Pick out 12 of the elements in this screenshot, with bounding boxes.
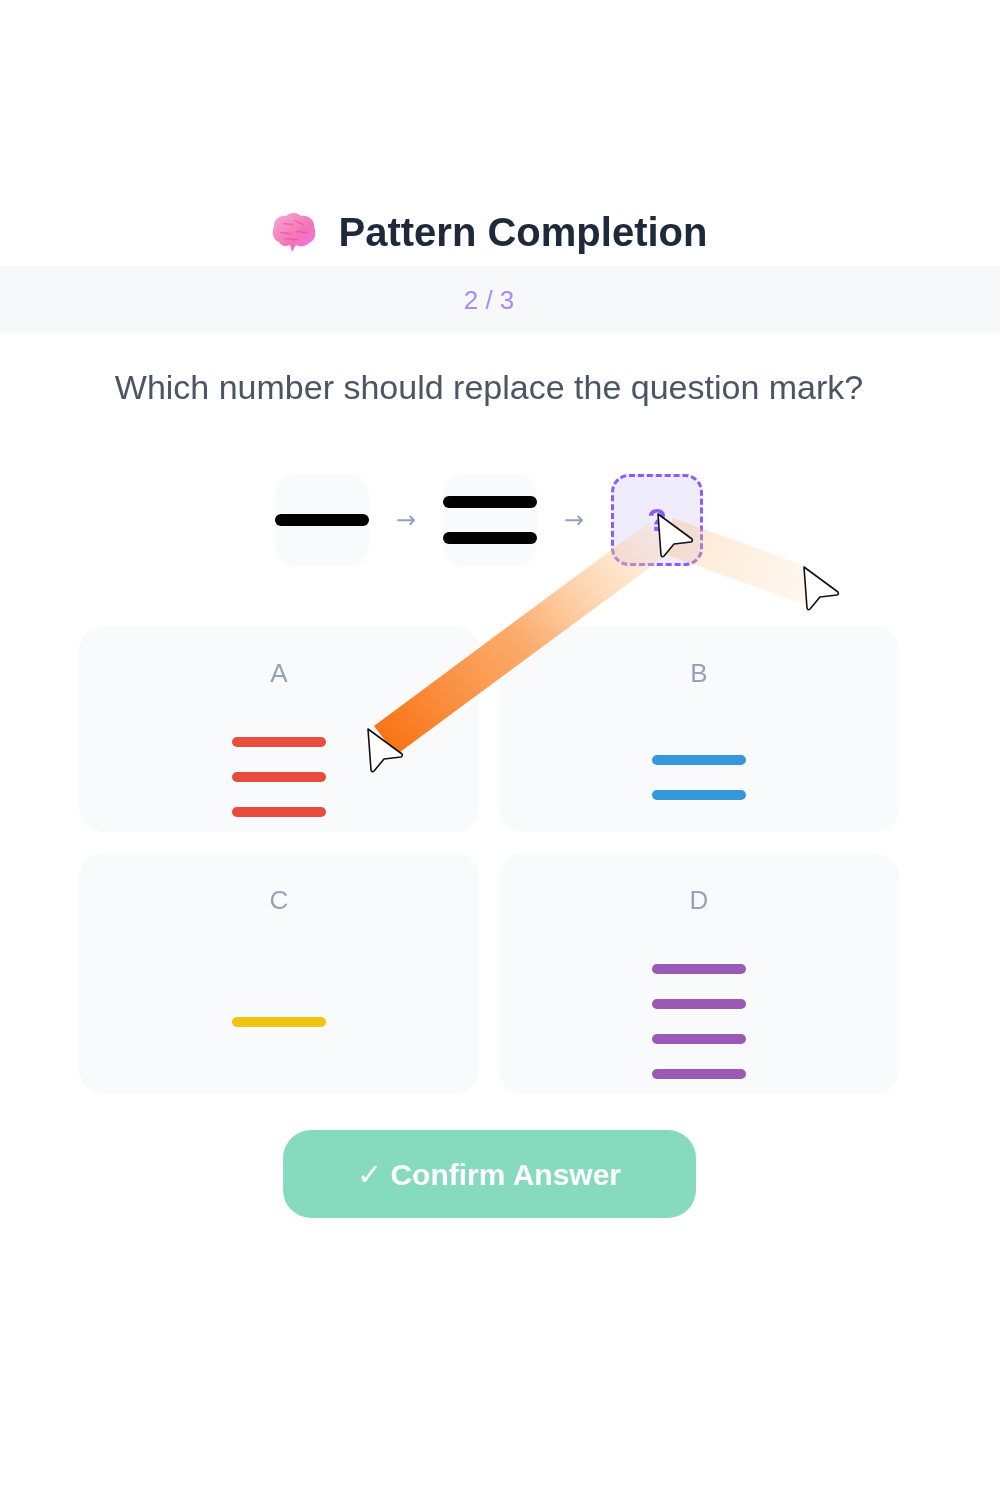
question-text: Which number should replace the question mark? [114, 367, 864, 408]
progress-counter: 2 / 3 [463, 284, 515, 315]
option-card[interactable]: D [499, 853, 899, 1094]
option-card[interactable]: C [79, 853, 479, 1094]
right-arrow-icon: → [395, 506, 416, 534]
brain-icon [270, 212, 317, 252]
page-title: Pattern Completion [338, 209, 708, 256]
option-card[interactable]: B [499, 626, 899, 832]
option-card[interactable]: A [79, 626, 479, 832]
right-arrow-icon: → [564, 506, 585, 534]
cursor-icon [367, 728, 404, 773]
cursor-icon [803, 566, 840, 611]
